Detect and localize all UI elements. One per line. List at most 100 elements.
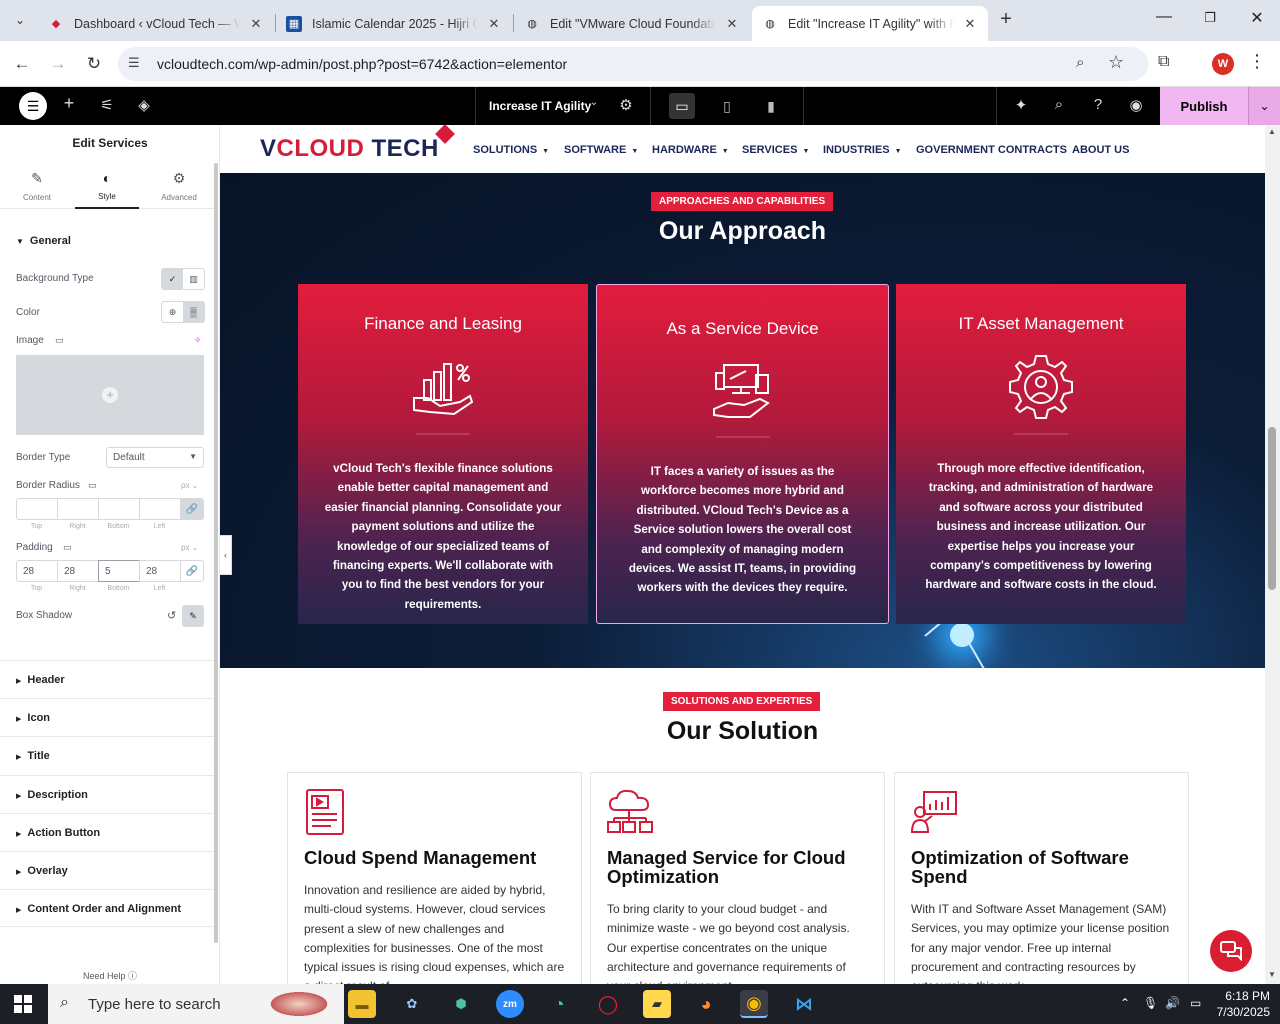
panel-scrollbar[interactable] bbox=[214, 163, 218, 943]
zoom-app-icon[interactable]: zm bbox=[496, 990, 524, 1018]
nav-government-contracts[interactable]: GOVERNMENT CONTRACTS bbox=[916, 144, 1067, 156]
edit-pencil-icon[interactable]: ✎ bbox=[183, 606, 203, 626]
tablet-view-icon[interactable]: ▯ bbox=[714, 93, 740, 119]
need-help-link[interactable]: Need Help ⓘ bbox=[0, 969, 219, 982]
file-explorer-icon[interactable]: ▬ bbox=[348, 990, 376, 1018]
browser-menu-icon[interactable]: ⋮ bbox=[1248, 51, 1266, 72]
border-radius-right[interactable] bbox=[57, 498, 98, 520]
responsive-monitor-icon[interactable]: ▭ bbox=[55, 335, 64, 346]
responsive-monitor-icon[interactable]: ▭ bbox=[63, 542, 72, 553]
unit-selector[interactable]: px ⌄ bbox=[181, 543, 198, 552]
border-radius-left[interactable] bbox=[139, 498, 180, 520]
close-tab-icon[interactable]: ✕ bbox=[962, 16, 978, 32]
page-settings-gear-icon[interactable]: ⚙ bbox=[615, 96, 637, 114]
finder-search-icon[interactable]: ⌕ bbox=[1048, 96, 1070, 113]
minimize-icon[interactable]: — bbox=[1149, 8, 1179, 26]
site-logo[interactable]: VCLOUD TECH bbox=[260, 135, 439, 163]
padding-right[interactable]: 28 bbox=[57, 560, 98, 582]
nav-about-us[interactable]: ABOUT US bbox=[1072, 144, 1129, 156]
reset-icon[interactable]: ↺ bbox=[167, 609, 176, 622]
solution-card-cloud-spend[interactable]: Cloud Spend Management Innovation and re… bbox=[287, 772, 582, 985]
unit-selector[interactable]: px ⌄ bbox=[181, 481, 198, 490]
site-settings-icon[interactable]: ☰ bbox=[128, 55, 146, 73]
structure-layers-icon[interactable]: ◈ bbox=[133, 96, 155, 114]
global-color-icon[interactable]: ⊕ bbox=[162, 302, 183, 322]
chrome-browser-icon[interactable]: ◉ bbox=[740, 990, 768, 1018]
section-icon-toggle[interactable]: ▶ Icon bbox=[0, 698, 214, 736]
preview-scrollbar[interactable]: ▲ ▼ bbox=[1265, 125, 1280, 985]
section-content-order-toggle[interactable]: ▶ Content Order and Alignment bbox=[0, 889, 214, 927]
service-card-device-selected[interactable]: As a Service Device IT faces a variety o… bbox=[596, 284, 889, 624]
close-tab-icon[interactable]: ✕ bbox=[248, 16, 264, 32]
page-name[interactable]: Increase IT Agility bbox=[489, 99, 591, 113]
section-general-toggle[interactable]: ▼ General bbox=[16, 235, 71, 247]
section-title-toggle[interactable]: ▶ Title bbox=[0, 736, 214, 774]
add-element-plus-icon[interactable]: + bbox=[58, 93, 80, 114]
responsive-monitor-icon[interactable]: ▭ bbox=[88, 480, 97, 491]
add-image-plus-icon[interactable]: + bbox=[102, 387, 118, 403]
ai-sparkle-icon[interactable]: ✧ bbox=[194, 335, 202, 346]
extensions-puzzle-icon[interactable]: ⧉ bbox=[1158, 53, 1169, 71]
elementor-logo-icon[interactable]: ☰ bbox=[19, 92, 47, 120]
back-arrow-icon[interactable]: ← bbox=[9, 51, 35, 77]
close-tab-icon[interactable]: ✕ bbox=[486, 16, 502, 32]
browser-tab-2[interactable]: ▦ Islamic Calendar 2025 - Hijri Calendar… bbox=[276, 6, 512, 41]
profile-avatar[interactable]: W bbox=[1212, 53, 1234, 75]
nav-industries[interactable]: INDUSTRIES ▼ bbox=[823, 144, 902, 156]
taskbar-search-box[interactable]: ⌕ Type here to search bbox=[48, 984, 344, 1024]
chat-widget-button[interactable] bbox=[1210, 930, 1252, 972]
browser-tab-1[interactable]: ◆ Dashboard ‹ vCloud Tech — WordPress ✕ bbox=[38, 6, 274, 41]
restore-icon[interactable]: ❐ bbox=[1195, 10, 1225, 26]
border-radius-top[interactable] bbox=[16, 498, 57, 520]
browser-tab-3[interactable]: ◍ Edit "VMware Cloud Foundation" ✕ bbox=[514, 6, 750, 41]
nav-services[interactable]: SERVICES ▼ bbox=[742, 144, 809, 156]
service-card-finance[interactable]: Finance and Leasing vCloud Tech's flexib… bbox=[298, 284, 588, 624]
microphone-icon[interactable]: 🎙 bbox=[1143, 996, 1158, 1010]
site-settings-sliders-icon[interactable]: ⚟ bbox=[96, 96, 118, 114]
padding-bottom[interactable]: 5 bbox=[98, 560, 139, 582]
nav-software[interactable]: SOFTWARE ▼ bbox=[564, 144, 638, 156]
control-panel-icon[interactable]: ✿ bbox=[398, 990, 426, 1018]
reload-icon[interactable]: ↻ bbox=[81, 51, 107, 77]
publish-options-chevron-icon[interactable]: ⌄ bbox=[1248, 87, 1280, 125]
close-tab-icon[interactable]: ✕ bbox=[724, 16, 740, 32]
firefox-browser-icon[interactable]: ◕ bbox=[692, 990, 720, 1018]
scroll-down-arrow-icon[interactable]: ▼ bbox=[1268, 970, 1276, 979]
service-card-asset-management[interactable]: IT Asset Management Through more effecti… bbox=[896, 284, 1186, 624]
volume-icon[interactable]: 🔊 bbox=[1165, 996, 1180, 1010]
nav-solutions[interactable]: SOLUTIONS ▼ bbox=[473, 144, 549, 156]
window-close-icon[interactable]: ✕ bbox=[1242, 8, 1272, 28]
publish-button[interactable]: Publish bbox=[1160, 87, 1248, 125]
taskbar-clock[interactable]: 6:18 PM 7/30/2025 bbox=[1210, 988, 1270, 1020]
link-values-icon[interactable]: 🔗 bbox=[180, 498, 204, 520]
opera-browser-icon[interactable]: ◯ bbox=[594, 990, 622, 1018]
section-overlay-toggle[interactable]: ▶ Overlay bbox=[0, 851, 214, 889]
section-description-toggle[interactable]: ▶ Description bbox=[0, 775, 214, 813]
scroll-up-arrow-icon[interactable]: ▲ bbox=[1268, 127, 1276, 136]
collapse-panel-chevron-icon[interactable]: ‹ bbox=[220, 535, 232, 575]
sticky-notes-icon[interactable]: ▰ bbox=[643, 990, 671, 1018]
link-values-icon[interactable]: 🔗 bbox=[180, 560, 204, 582]
border-type-select[interactable]: Default ▼ bbox=[106, 447, 204, 468]
address-bar[interactable]: ☰ vcloudtech.com/wp-admin/post.php?post=… bbox=[118, 47, 1148, 81]
border-radius-bottom[interactable] bbox=[98, 498, 139, 520]
url-text[interactable]: vcloudtech.com/wp-admin/post.php?post=67… bbox=[157, 56, 567, 72]
solution-card-cloud-optimization[interactable]: Managed Service for Cloud Optimization T… bbox=[590, 772, 885, 985]
bookmark-star-icon[interactable]: ☆ bbox=[1108, 52, 1124, 73]
padding-left[interactable]: 28 bbox=[139, 560, 180, 582]
gradient-icon[interactable]: ▥ bbox=[183, 269, 204, 289]
section-header-toggle[interactable]: ▶ Header bbox=[0, 660, 214, 698]
windows-start-icon[interactable] bbox=[14, 995, 32, 1013]
edge-browser-icon[interactable]: ◔ bbox=[545, 990, 573, 1018]
vscode-icon[interactable]: ⋈ bbox=[790, 990, 818, 1018]
desktop-view-icon[interactable]: ▭ bbox=[669, 93, 695, 119]
padding-top[interactable]: 28 bbox=[16, 560, 57, 582]
color-picker-swatch[interactable]: ▒ bbox=[183, 302, 204, 322]
app-hexagon-icon[interactable]: ⬢ bbox=[447, 990, 475, 1018]
mobile-view-icon[interactable]: ▮ bbox=[758, 93, 784, 119]
help-question-icon[interactable]: ? bbox=[1087, 96, 1109, 113]
notifications-rocket-icon[interactable]: ✦ bbox=[1010, 96, 1032, 114]
tab-search-chevron-icon[interactable]: ⌄ bbox=[6, 7, 34, 33]
scrollbar-thumb[interactable] bbox=[1268, 427, 1276, 590]
zoom-magnifier-icon[interactable]: ⌕ bbox=[1076, 54, 1084, 71]
